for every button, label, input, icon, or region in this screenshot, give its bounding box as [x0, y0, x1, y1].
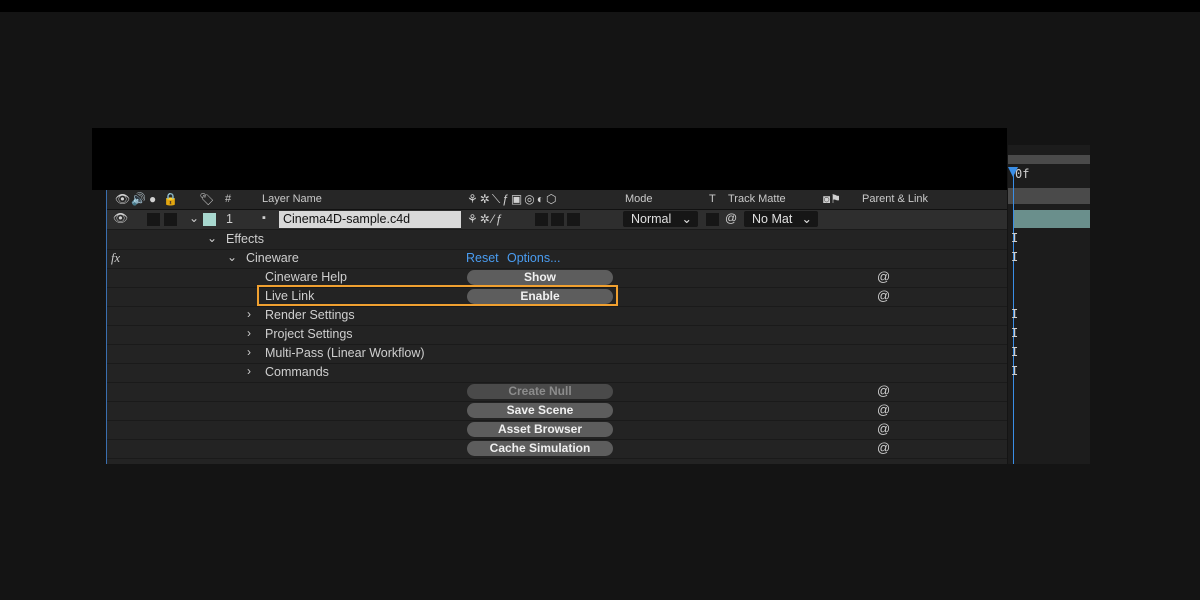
cache-simulation-button[interactable]: Cache Simulation — [467, 441, 613, 456]
file-icon: ▪ — [262, 212, 266, 224]
chevron-right-icon[interactable]: › — [247, 326, 251, 340]
keyframe-marker[interactable]: I — [1011, 307, 1018, 321]
track-matte-value: No Mat — [752, 212, 793, 226]
layer-row[interactable]: 👁 ⌄ 1 ▪ Cinema4D-sample.c4d ⚘✲⁄ƒ Normal … — [107, 210, 1007, 230]
pickwhip-spiral-icon[interactable]: @ — [877, 383, 890, 398]
options-link[interactable]: Options... — [507, 251, 561, 265]
redacted-area — [92, 128, 1007, 190]
show-button[interactable]: Show — [467, 270, 613, 285]
label-tag-icon[interactable]: 🏷 — [199, 192, 214, 206]
layer-index: 1 — [226, 212, 233, 226]
chevron-right-icon[interactable]: › — [247, 345, 251, 359]
index-column-header[interactable]: # — [225, 193, 231, 205]
timeline-strip: 0f I I I I I I — [1008, 145, 1090, 464]
layer-switches[interactable]: ⚘✲⁄ƒ — [467, 212, 505, 226]
chevron-down-icon[interactable]: ⌄ — [189, 211, 199, 225]
effects-row[interactable]: ⌄ Effects — [107, 230, 1007, 250]
label-color-swatch[interactable] — [203, 213, 216, 226]
keyframe-marker[interactable]: I — [1011, 250, 1018, 264]
commands-row[interactable]: › Commands — [107, 363, 1007, 383]
group-label: Render Settings — [265, 308, 355, 322]
mode-dropdown[interactable]: Normal ⌄ — [623, 211, 698, 227]
chevron-down-icon[interactable]: ⌄ — [227, 250, 237, 264]
create-null-row: Create Null @ — [107, 382, 1007, 402]
layer-duration-bar[interactable] — [1014, 210, 1090, 228]
group-label: Project Settings — [265, 327, 353, 341]
parent-link-column-header[interactable]: Parent & Link — [862, 193, 928, 205]
keyframe-marker[interactable]: I — [1011, 345, 1018, 359]
switch-box[interactable] — [551, 213, 564, 226]
work-area-bar[interactable] — [1008, 155, 1090, 164]
save-scene-button[interactable]: Save Scene — [467, 403, 613, 418]
cache-simulation-row: Cache Simulation @ — [107, 439, 1007, 459]
pickwhip-spiral-icon[interactable]: @ — [725, 211, 737, 225]
pickwhip-spiral-icon[interactable]: @ — [877, 402, 890, 417]
cineware-row[interactable]: fx ⌄ Cineware Reset Options... — [107, 249, 1007, 269]
visibility-eye-icon[interactable]: 👁 — [113, 211, 128, 225]
chevron-right-icon[interactable]: › — [247, 364, 251, 378]
pickwhip-spiral-icon[interactable]: @ — [877, 421, 890, 436]
time-navigator[interactable] — [1008, 188, 1090, 204]
group-label: Multi-Pass (Linear Workflow) — [265, 346, 425, 360]
project-settings-row[interactable]: › Project Settings — [107, 325, 1007, 345]
mode-column-header[interactable]: Mode — [625, 193, 653, 205]
fx-icon[interactable]: fx — [111, 251, 120, 266]
asset-browser-row: Asset Browser @ — [107, 420, 1007, 440]
switch-box[interactable] — [535, 213, 548, 226]
create-null-button[interactable]: Create Null — [467, 384, 613, 399]
column-header: 👁 🔊 ● 🔒 🏷 # Layer Name ⚘✲⟍ƒ▣◎◐⬡ Mode T T… — [107, 190, 1007, 210]
chevron-down-icon: ⌄ — [681, 212, 692, 226]
preserve-transparency-switch[interactable] — [706, 213, 719, 226]
pickwhip-spiral-icon[interactable]: @ — [877, 269, 890, 284]
timeline-layer-panel: 👁 🔊 ● 🔒 🏷 # Layer Name ⚘✲⟍ƒ▣◎◐⬡ Mode T T… — [106, 190, 1007, 464]
lock-icon[interactable]: 🔒 — [163, 192, 178, 206]
live-link-highlight — [257, 285, 618, 306]
switch-box[interactable] — [567, 213, 580, 226]
top-bar — [0, 0, 1200, 12]
matte-icons[interactable]: ◙⚑ — [823, 192, 841, 206]
audio-switch[interactable] — [147, 213, 160, 226]
chevron-down-icon: ⌄ — [801, 212, 812, 226]
layer-name-field[interactable]: Cinema4D-sample.c4d — [279, 211, 461, 228]
group-label: Commands — [265, 365, 329, 379]
mode-value: Normal — [631, 212, 672, 226]
keyframe-marker[interactable]: I — [1011, 326, 1018, 340]
track-matte-column-header[interactable]: Track Matte — [728, 193, 786, 205]
t-column-header[interactable]: T — [709, 193, 716, 205]
solo-switch[interactable] — [164, 213, 177, 226]
render-settings-row[interactable]: › Render Settings — [107, 306, 1007, 326]
chevron-down-icon[interactable]: ⌄ — [207, 231, 217, 245]
multi-pass-row[interactable]: › Multi-Pass (Linear Workflow) — [107, 344, 1007, 364]
keyframe-marker[interactable]: I — [1011, 231, 1018, 245]
time-label: 0f — [1015, 167, 1030, 181]
save-scene-row: Save Scene @ — [107, 401, 1007, 421]
switches-icons[interactable]: ⚘✲⟍ƒ▣◎◐⬡ — [467, 192, 558, 207]
keyframe-marker[interactable]: I — [1011, 364, 1018, 378]
layer-name-column-header[interactable]: Layer Name — [262, 193, 322, 205]
pickwhip-spiral-icon[interactable]: @ — [877, 440, 890, 455]
reset-link[interactable]: Reset — [466, 251, 499, 265]
asset-browser-button[interactable]: Asset Browser — [467, 422, 613, 437]
pickwhip-spiral-icon[interactable]: @ — [877, 288, 890, 303]
effects-label: Effects — [226, 232, 264, 246]
cineware-label: Cineware — [246, 251, 299, 265]
chevron-right-icon[interactable]: › — [247, 307, 251, 321]
track-matte-dropdown[interactable]: No Mat ⌄ — [744, 211, 818, 227]
property-label: Cineware Help — [265, 270, 347, 284]
solo-icon[interactable]: ● — [149, 192, 156, 206]
audio-icon[interactable]: 🔊 — [131, 192, 146, 206]
video-eye-icon[interactable]: 👁 — [115, 192, 130, 206]
